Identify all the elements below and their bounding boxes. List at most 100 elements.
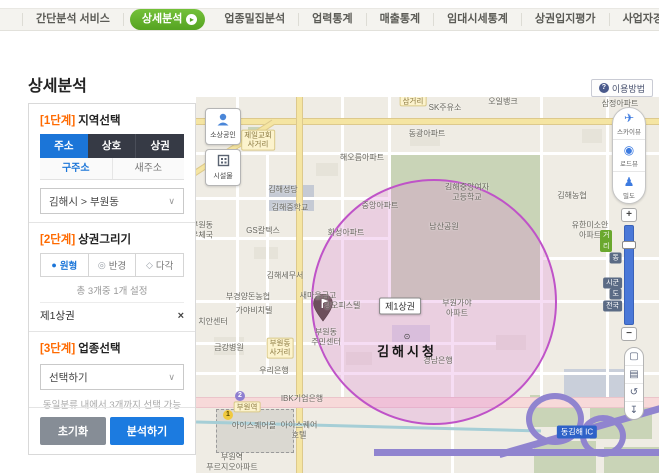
map-label: 오일뱅크 (488, 97, 517, 107)
nav-active-arrow-icon: ▸ (186, 14, 197, 25)
step1-title: 지역선택 (78, 115, 120, 127)
step2-badge: [2단계] (40, 234, 75, 246)
subtab-old-address[interactable]: 구주소 (40, 158, 112, 179)
trade-area-row: 제1상권 × (40, 302, 184, 323)
map-canvas[interactable]: 삼거리SK주유소오일뱅크삼정아파트제일교회 사거리동광아파트해오름아파트유진테크… (196, 97, 659, 473)
map-block (214, 337, 244, 355)
radius-icon: ◎ (98, 260, 106, 271)
map-block (410, 131, 440, 146)
map-block (316, 163, 338, 176)
mode-radius-label: 반경 (109, 258, 126, 272)
nav-item-4[interactable]: 매출통계 (367, 13, 434, 26)
map-label: SK주유소 (429, 103, 462, 113)
map-label: 김해농협 (557, 191, 586, 201)
step2-section: [2단계]상권그리기 ● 원형 ◎ 반경 ◇ 다각 총 3개중 1개 설정 제1… (29, 223, 195, 331)
nav-item-5[interactable]: 임대시세통계 (434, 13, 522, 26)
zoom-level-badge-동[interactable]: 동 (610, 253, 622, 264)
map-label: 치안센터 (198, 317, 227, 327)
highway-loop (526, 393, 584, 445)
trade-area-name: 제1상권 (40, 308, 75, 323)
density-button[interactable]: ♟밀도 (613, 171, 645, 203)
mode-polygon-label: 다각 (156, 258, 173, 272)
park-small (514, 157, 526, 175)
remove-area-icon[interactable]: × (178, 311, 184, 321)
trade-area-circle[interactable] (311, 179, 557, 425)
step2-title: 상권그리기 (78, 234, 131, 246)
undo-icon[interactable]: ↺ (625, 383, 643, 401)
skyview-button[interactable]: ✈스카이뷰 (613, 108, 645, 139)
step3-title: 업종선택 (78, 343, 120, 355)
panel-footer: 초기화 분석하기 (29, 407, 195, 454)
facilities-layer-button[interactable]: 시설물 (205, 149, 241, 186)
zoom-slider-track[interactable] (624, 225, 634, 325)
mode-radius-button[interactable]: ◎ 반경 (89, 253, 137, 277)
roadview-button[interactable]: ◉로드뷰 (613, 139, 645, 171)
map-label: GS칼텍스 (246, 226, 280, 236)
region-select-value: 김해시 > 부원동 (49, 194, 119, 209)
road (196, 197, 388, 200)
small-business-layer-button[interactable]: 소상공인 (205, 108, 241, 145)
skyview-label: 스카이뷰 (617, 126, 641, 136)
address-subtabs: 구주소 새주소 (40, 158, 184, 180)
analysis-panel: [1단계]지역선택 주소 상호 상권 구주소 새주소 김해시 > 부원동 ∨ [… (28, 103, 196, 455)
question-icon: ? (599, 83, 609, 93)
facilities-label: 시설물 (213, 171, 232, 181)
density-label: 밀도 (623, 190, 635, 200)
map-layer-buttons: 소상공인시설물 (205, 108, 241, 186)
nav-item-0[interactable]: 간단분석 서비스 (22, 13, 124, 26)
zoom-level-badge-시군[interactable]: 시군 (603, 278, 622, 289)
step3-badge: [3단계] (40, 343, 75, 355)
region-select[interactable]: 김해시 > 부원동 ∨ (40, 188, 184, 214)
industry-select[interactable]: 선택하기 ∨ (40, 364, 184, 390)
analyze-button[interactable]: 분석하기 (110, 417, 184, 445)
roadview-icon: ◉ (624, 144, 634, 157)
building-icsquare-mall (216, 409, 294, 453)
map-label: 부원역 푸르지오아파트 (206, 452, 258, 471)
mode-polygon-button[interactable]: ◇ 다각 (136, 253, 184, 277)
step1-section: [1단계]지역선택 주소 상호 상권 구주소 새주소 김해시 > 부원동 ∨ (29, 104, 195, 222)
top-nav: 간단분석 서비스 상세분석▸ 업종밀집분석업력통계매출통계임대시세통계상권입지평가사… (0, 8, 659, 31)
tab-address[interactable]: 주소 (40, 134, 88, 158)
subtab-new-address[interactable]: 새주소 (112, 158, 185, 179)
zoom-level-badge-전국[interactable]: 전국 (603, 301, 622, 312)
map-label: 삼거리 (400, 97, 427, 107)
capture-icon[interactable]: ▢ (625, 348, 643, 365)
step2-heading: [2단계]상권그리기 (40, 231, 184, 247)
help-button[interactable]: ? 이용방법 (591, 79, 653, 97)
roadview-label: 로드뷰 (620, 158, 638, 168)
draw-mode-buttons: ● 원형 ◎ 반경 ◇ 다각 (40, 253, 184, 277)
trade-area-marker-pin[interactable] (313, 294, 333, 327)
circle-icon: ● (51, 260, 56, 270)
measure-distance-button[interactable]: 거리 (600, 230, 612, 252)
step1-badge: [1단계] (40, 115, 75, 127)
nav-item-6[interactable]: 상권입지평가 (522, 13, 610, 26)
map-block (582, 129, 602, 143)
download-icon[interactable]: ↧ (625, 401, 643, 419)
map-view-pill: ✈스카이뷰◉로드뷰♟밀도 (612, 107, 646, 204)
nav-item-3[interactable]: 업력통계 (299, 13, 366, 26)
tab-trade-area[interactable]: 상권 (136, 134, 184, 158)
zoom-slider-handle[interactable] (622, 241, 636, 249)
zoom-in-button[interactable]: + (621, 208, 637, 222)
highway-loop (580, 415, 626, 457)
help-button-label: 이용방법 (612, 82, 645, 95)
layer-list-icon[interactable]: ▤ (625, 365, 643, 383)
map-tools-pill: ▢▤↺↧ (624, 347, 644, 420)
density-icon: ♟ (624, 176, 635, 189)
polygon-icon: ◇ (146, 260, 153, 271)
chevron-down-icon: ∨ (168, 372, 175, 383)
area-count-text: 총 3개중 1개 설정 (40, 283, 184, 297)
zoom-out-button[interactable]: − (621, 327, 637, 341)
nav-item-1[interactable]: 상세분석▸ (130, 9, 205, 30)
road (266, 152, 269, 372)
nav-item-2[interactable]: 업종밀집분석 (211, 13, 299, 26)
facilities-icon (217, 154, 230, 170)
zoom-level-badge-도[interactable]: 도 (610, 289, 622, 300)
region-tabs: 주소 상호 상권 (40, 134, 184, 158)
mode-circle-label: 원형 (60, 258, 77, 272)
reset-button[interactable]: 초기화 (40, 417, 106, 445)
nav-item-7[interactable]: 사업자경영평가 (610, 13, 659, 26)
tab-store-name[interactable]: 상호 (88, 134, 137, 158)
mode-circle-button[interactable]: ● 원형 (40, 253, 89, 277)
step3-heading: [3단계]업종선택 (40, 340, 184, 356)
